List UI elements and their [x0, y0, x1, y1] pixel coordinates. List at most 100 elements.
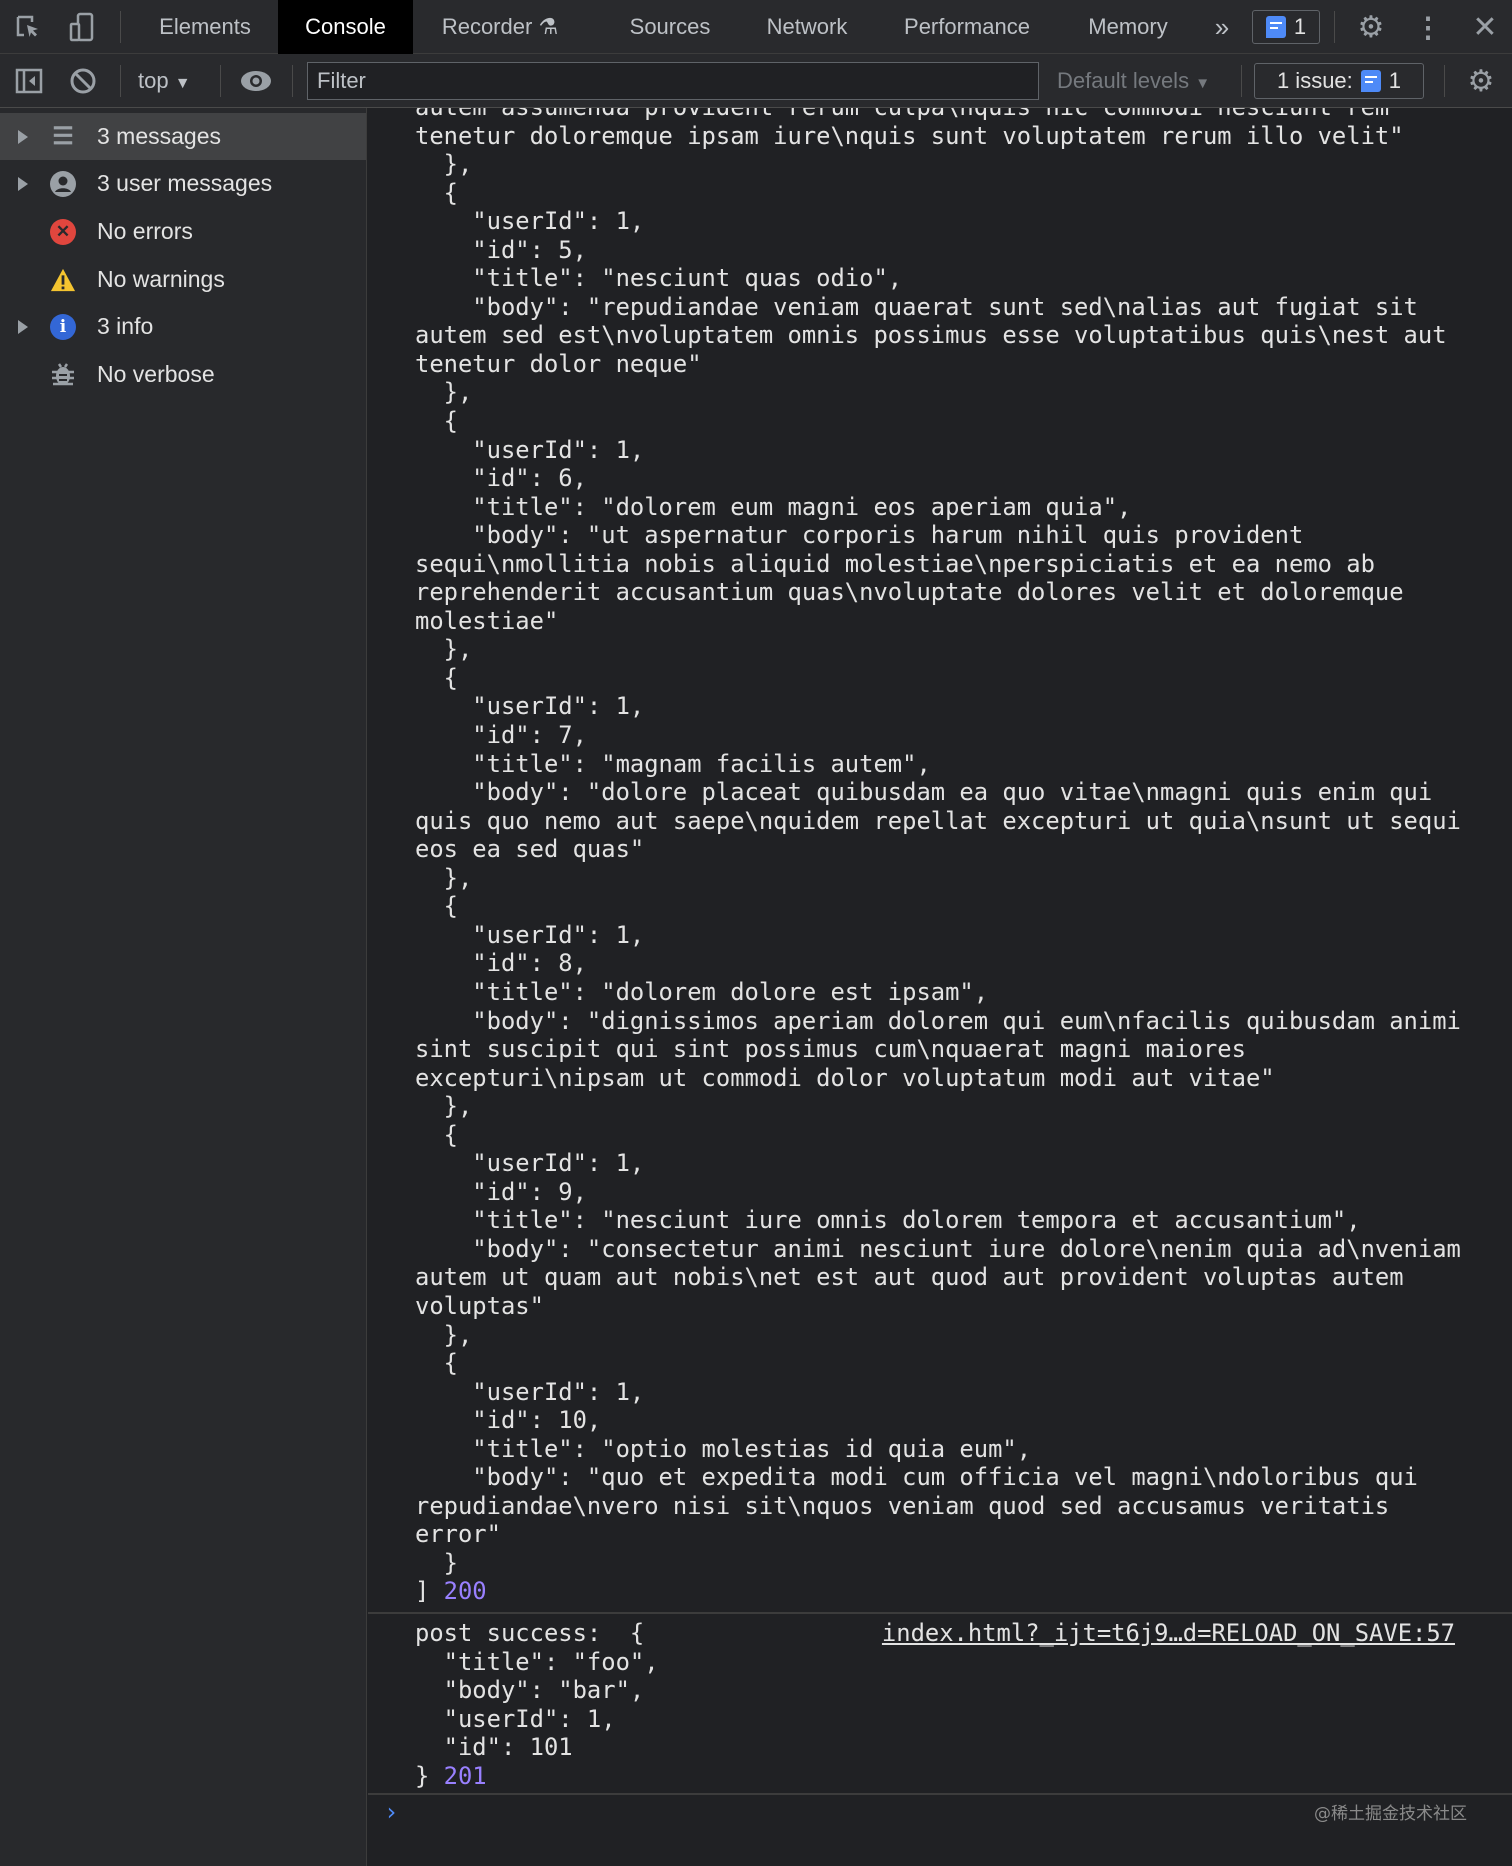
- inspect-element-icon[interactable]: [12, 11, 44, 43]
- tab-sources[interactable]: Sources: [630, 0, 711, 54]
- clear-console-icon[interactable]: [67, 65, 99, 97]
- context-selector[interactable]: top ▼: [138, 54, 191, 108]
- context-value: top: [138, 68, 169, 93]
- status-code: 201: [443, 1761, 487, 1790]
- console-line: "body": "consectetur animi nesciunt iure…: [415, 1234, 1461, 1263]
- info-icon: i: [50, 313, 76, 340]
- console-line: {: [415, 663, 458, 692]
- live-expression-eye-icon[interactable]: [240, 65, 272, 97]
- console-line: post success: {: [415, 1619, 645, 1647]
- console-line: },: [415, 863, 473, 892]
- bug-icon: [50, 362, 76, 388]
- console-line: "title": "dolorem eum magni eos aperiam …: [415, 492, 1132, 521]
- console-line: autem sed est\nvoluptatem omnis possimus…: [415, 321, 1447, 350]
- sidebar-item-label: No verbose: [97, 361, 215, 387]
- divider: [1444, 65, 1445, 97]
- console-line: "title": "magnam facilis autem",: [415, 749, 931, 778]
- console-message-post-response: post success: { "title": "foo", "body": …: [415, 1619, 659, 1790]
- console-line: },: [415, 150, 473, 179]
- chevron-down-icon: ▼: [174, 75, 191, 92]
- filter-input[interactable]: [307, 62, 1039, 100]
- more-tabs-icon[interactable]: »: [1215, 0, 1229, 54]
- issues-count: 1: [1388, 68, 1402, 93]
- issues-badge[interactable]: 1: [1252, 10, 1320, 44]
- console-line: "title": "dolorem dolore est ipsam",: [415, 977, 989, 1006]
- divider: [1334, 11, 1335, 43]
- closing-bracket: ]: [415, 1577, 444, 1606]
- console-line: } 201: [415, 1762, 659, 1791]
- log-levels-dropdown[interactable]: Default levels ▼: [1057, 54, 1210, 108]
- close-icon[interactable]: ✕: [1469, 11, 1501, 44]
- watermark: @稀土掘金技术社区: [1314, 1804, 1467, 1824]
- sidebar-item-verbose[interactable]: No verbose: [0, 351, 366, 398]
- settings-gear-icon[interactable]: ⚙: [1355, 11, 1387, 44]
- issues-button[interactable]: 1 issue: 1: [1254, 63, 1424, 99]
- console-settings-gear-icon[interactable]: ⚙: [1465, 65, 1497, 98]
- console-line: "id": 5,: [415, 235, 587, 264]
- divider: [220, 65, 221, 97]
- sidebar-item-errors[interactable]: ✕ No errors: [0, 208, 366, 255]
- console-line: excepturi\nipsam ut commodi dolor volupt…: [415, 1063, 1275, 1092]
- issues-badge-count: 1: [1293, 14, 1307, 39]
- sidebar-item-messages[interactable]: ☰ 3 messages: [0, 113, 366, 160]
- console-line: "id": 7,: [415, 721, 587, 750]
- console-line: "userId": 1,: [415, 692, 645, 721]
- console-line: "title": "nesciunt iure omnis dolorem te…: [415, 1206, 1361, 1235]
- console-line: "body": "dignissimos aperiam dolorem qui…: [415, 1006, 1461, 1035]
- sidebar-item-user-messages[interactable]: 3 user messages: [0, 160, 366, 207]
- sidebar-item-info[interactable]: i 3 info: [0, 303, 366, 350]
- device-toolbar-icon[interactable]: [66, 11, 98, 43]
- tab-console[interactable]: Console: [278, 0, 413, 54]
- console-line: }: [415, 1548, 458, 1577]
- console-line: molestiae": [415, 606, 559, 635]
- user-icon: [50, 170, 76, 197]
- console-message-get-response: autem assumenda provident rerum culpa\nq…: [415, 108, 1461, 1606]
- log-levels-label: Default levels: [1057, 68, 1190, 93]
- tab-performance[interactable]: Performance: [904, 0, 1030, 54]
- console-line: sint suscipit qui sint possimus cum\nqua…: [415, 1035, 1246, 1064]
- tab-recorder[interactable]: Recorder ⚗: [442, 0, 558, 54]
- tab-memory[interactable]: Memory: [1088, 0, 1167, 54]
- console-line: {: [415, 1120, 458, 1149]
- tab-network[interactable]: Network: [767, 0, 848, 54]
- sidebar-item-label: 3 messages: [97, 123, 222, 149]
- divider: [292, 65, 293, 97]
- sidebar-item-warnings[interactable]: No warnings: [0, 256, 366, 303]
- console-line: "id": 10,: [415, 1406, 602, 1435]
- console-line: autem assumenda provident rerum culpa\nq…: [415, 108, 1461, 122]
- expand-arrow-icon[interactable]: [18, 176, 28, 191]
- console-line: quis quo nemo aut saepe\nquidem repellat…: [415, 806, 1461, 835]
- console-line: "title": "foo",: [415, 1647, 659, 1676]
- console-toolbar: top ▼ Default levels ▼ 1 issue: 1 ⚙: [0, 54, 1512, 108]
- expand-arrow-icon[interactable]: [18, 319, 28, 334]
- divider: [120, 65, 121, 97]
- more-options-icon[interactable]: ⋮: [1412, 11, 1444, 43]
- expand-arrow-icon[interactable]: [18, 129, 28, 144]
- divider: [1241, 65, 1242, 97]
- console-line: ] 200: [415, 1577, 1461, 1606]
- tab-elements[interactable]: Elements: [159, 0, 251, 54]
- error-icon: ✕: [50, 218, 76, 245]
- chevron-down-icon: ▼: [1195, 75, 1211, 92]
- sidebar-item-label: No warnings: [97, 266, 225, 292]
- console-line: sequi\nmollitia nobis aliquid molestiae\…: [415, 549, 1375, 578]
- sidebar-item-label: 3 info: [97, 313, 154, 339]
- devtools-tab-bar: Elements Console Recorder ⚗ Sources Netw…: [0, 0, 1512, 54]
- console-line: "userId": 1,: [415, 207, 645, 236]
- console-line: "id": 6,: [415, 464, 587, 493]
- issues-label: 1 issue:: [1276, 68, 1353, 93]
- console-line: error": [415, 1520, 501, 1549]
- console-line: {: [415, 1349, 458, 1378]
- message-divider: [368, 1793, 1512, 1795]
- console-line: "userId": 1,: [415, 1377, 645, 1406]
- console-sidebar: ☰ 3 messages 3 user messages ✕ No errors…: [0, 108, 367, 1866]
- console-line: "body": "ut aspernatur corporis harum ni…: [415, 521, 1304, 550]
- console-line: },: [415, 1320, 473, 1349]
- console-prompt-icon[interactable]: ›: [384, 1798, 398, 1826]
- tab-recorder-label: Recorder: [441, 14, 533, 39]
- source-link[interactable]: index.html?_ijt=t6j9…d=RELOAD_ON_SAVE:57: [882, 1619, 1455, 1648]
- sidebar-toggle-icon[interactable]: [13, 65, 45, 97]
- console-line: tenetur doloremque ipsam iure\nquis sunt…: [415, 121, 1404, 150]
- warning-icon: [50, 267, 76, 293]
- console-line: "id": 101: [415, 1733, 573, 1762]
